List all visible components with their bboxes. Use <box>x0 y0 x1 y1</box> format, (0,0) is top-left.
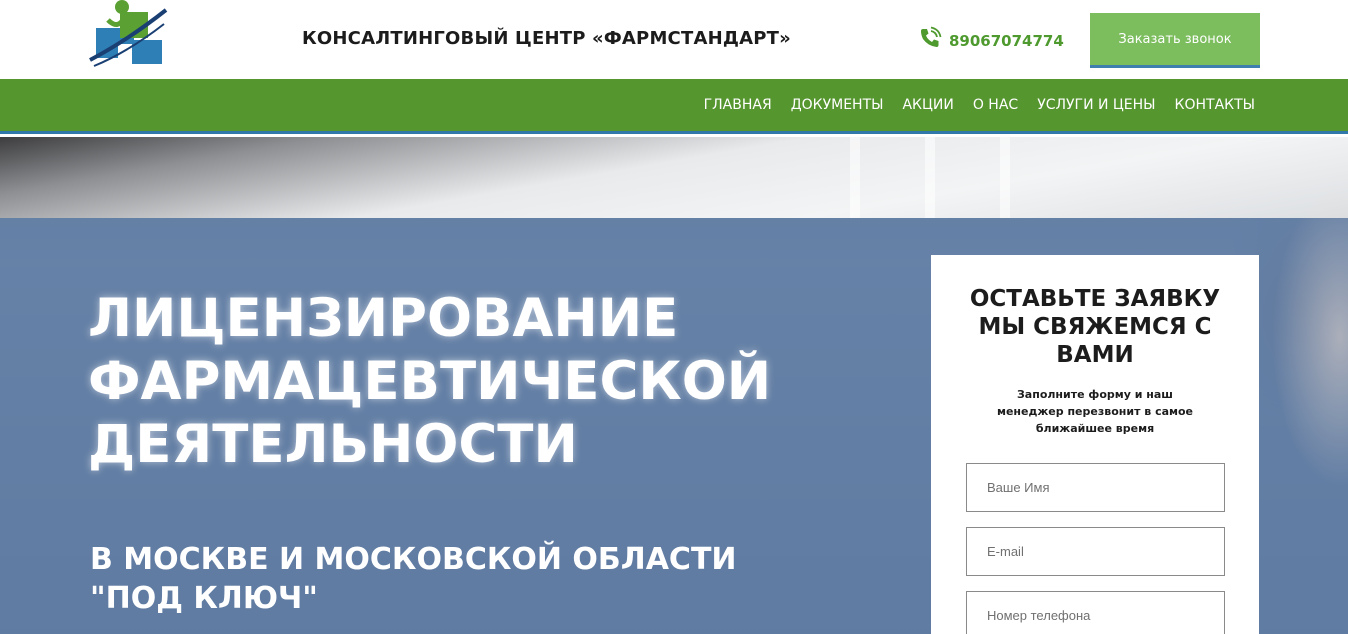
callback-button[interactable]: Заказать звонок <box>1090 13 1260 68</box>
hero-title-line: ФАРМАЦЕВТИЧЕСКОЙ <box>88 351 772 412</box>
nav-item-contacts[interactable]: КОНТАКТЫ <box>1175 97 1255 113</box>
name-field[interactable] <box>966 463 1225 512</box>
nav-item-documents[interactable]: ДОКУМЕНТЫ <box>791 97 884 113</box>
shelf-divider <box>850 137 860 218</box>
hero-title-line: ЛИЦЕНЗИРОВАНИЕ <box>88 288 679 349</box>
form-description: Заполните форму и наш менеджер перезвони… <box>991 386 1199 437</box>
site-title: КОНСАЛТИНГОВЫЙ ЦЕНТР «ФАРМСТАНДАРТ» <box>302 28 791 49</box>
email-field[interactable] <box>966 527 1225 576</box>
phone-icon <box>918 26 942 55</box>
nav-item-promotions[interactable]: АКЦИИ <box>902 97 953 113</box>
nav-list: ГЛАВНАЯ ДОКУМЕНТЫ АКЦИИ О НАС УСЛУГИ И Ц… <box>685 79 1255 131</box>
shelf-divider <box>925 137 935 218</box>
form-title-line: ВАМИ <box>1056 342 1134 368</box>
nav-item-about[interactable]: О НАС <box>973 97 1018 113</box>
callback-form: ОСТАВЬТЕ ЗАЯВКУ МЫ СВЯЖЕМСЯ С ВАМИ Запол… <box>931 255 1259 634</box>
phone-number: 89067074774 <box>949 31 1064 50</box>
form-description-line: Заполните форму и наш <box>1016 388 1173 401</box>
hero-section: ЛИЦЕНЗИРОВАНИЕ ФАРМАЦЕВТИЧЕСКОЙ ДЕЯТЕЛЬН… <box>0 137 1348 634</box>
phone-field[interactable] <box>966 591 1225 634</box>
form-description-line: ближайшее время <box>1035 422 1155 435</box>
shelf-divider <box>1000 137 1010 218</box>
hero-subtitle-line: "ПОД КЛЮЧ" <box>90 581 318 616</box>
pharmacy-cross-logo[interactable] <box>88 0 170 78</box>
nav-item-services-prices[interactable]: УСЛУГИ И ЦЕНЫ <box>1037 97 1155 113</box>
form-title-line: ОСТАВЬТЕ ЗАЯВКУ <box>969 286 1221 312</box>
hero-background-photo <box>0 137 1348 218</box>
hero-title: ЛИЦЕНЗИРОВАНИЕ ФАРМАЦЕВТИЧЕСКОЙ ДЕЯТЕЛЬН… <box>88 287 848 476</box>
hero-title-line: ДЕЯТЕЛЬНОСТИ <box>88 414 578 475</box>
nav-item-home[interactable]: ГЛАВНАЯ <box>704 97 772 113</box>
form-description-line: менеджер перезвонит в самое <box>996 405 1194 418</box>
site-header: КОНСАЛТИНГОВЫЙ ЦЕНТР «ФАРМСТАНДАРТ» 8906… <box>0 0 1348 79</box>
hero-subtitle: В МОСКВЕ И МОСКОВСКОЙ ОБЛАСТИ "ПОД КЛЮЧ" <box>90 540 850 618</box>
form-title-line: МЫ СВЯЖЕМСЯ С <box>978 314 1212 340</box>
hero-subtitle-line: В МОСКВЕ И МОСКОВСКОЙ ОБЛАСТИ <box>90 542 737 577</box>
main-nav: ГЛАВНАЯ ДОКУМЕНТЫ АКЦИИ О НАС УСЛУГИ И Ц… <box>0 79 1348 134</box>
form-title: ОСТАВЬТЕ ЗАЯВКУ МЫ СВЯЖЕМСЯ С ВАМИ <box>931 285 1259 369</box>
phone-link[interactable]: 89067074774 <box>918 26 1064 55</box>
